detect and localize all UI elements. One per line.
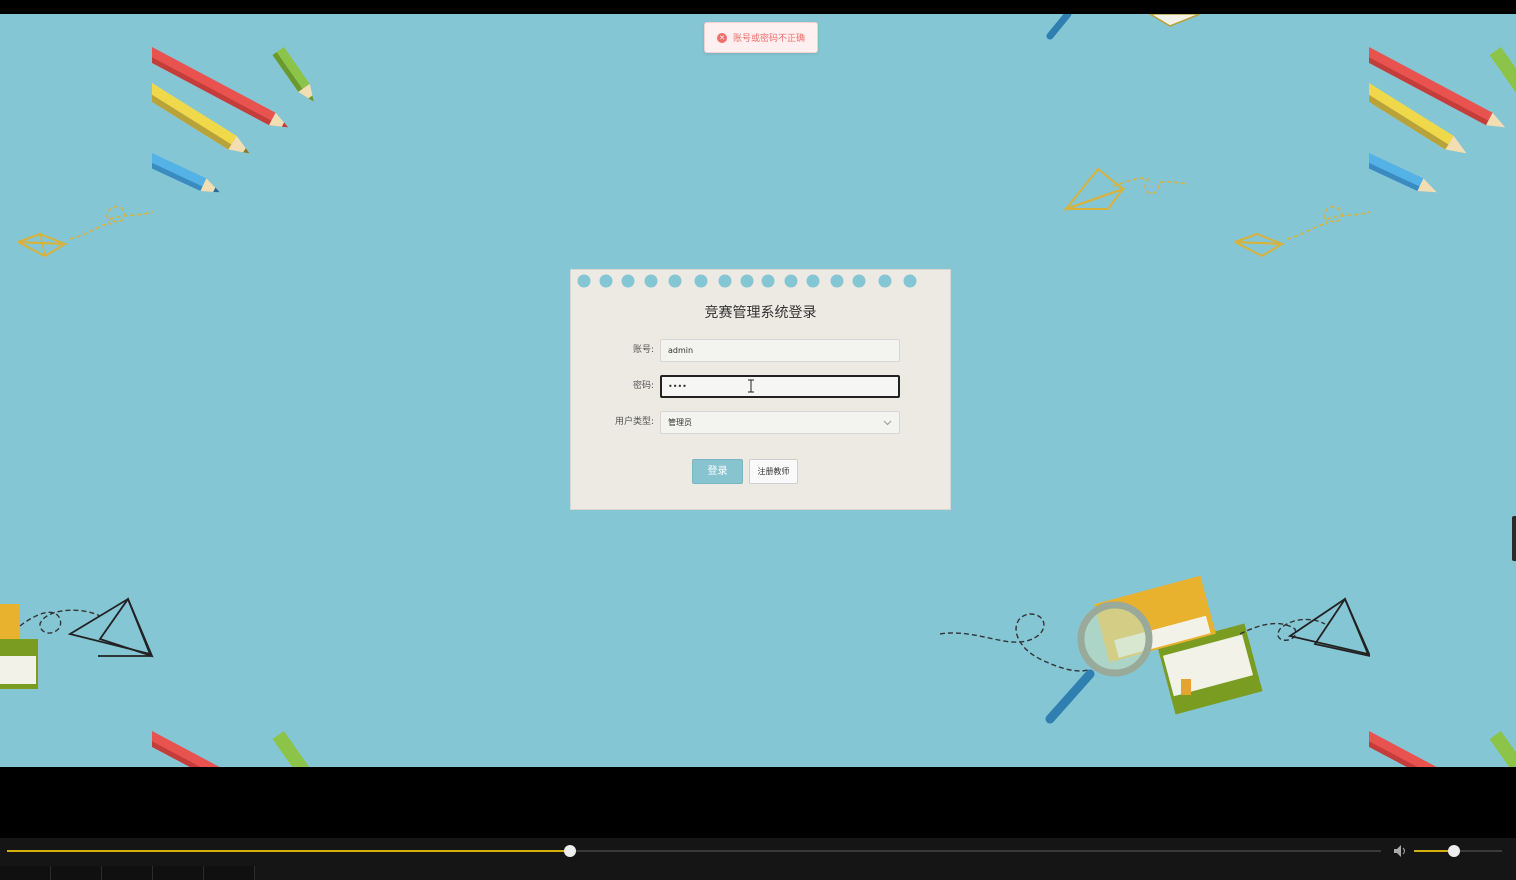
player-control-slot[interactable] — [0, 866, 51, 880]
user-type-selected-value: 管理员 — [668, 418, 692, 427]
pencils-bottom-left-decoration — [152, 731, 310, 767]
player-bottom-row — [0, 866, 1516, 880]
volume-thumb[interactable] — [1447, 845, 1460, 857]
user-type-select[interactable]: 管理员 — [660, 411, 900, 434]
password-masked-value: •••• — [668, 382, 687, 391]
seek-bar[interactable] — [7, 845, 1381, 857]
error-toast: ✕ 账号或密码不正确 — [704, 22, 818, 53]
login-button[interactable]: 登录 — [692, 459, 743, 484]
seek-thumb[interactable] — [564, 845, 577, 857]
password-label: 密码: — [632, 381, 654, 391]
chevron-down-icon — [883, 420, 892, 426]
account-label: 账号: — [632, 345, 654, 355]
notebook-holes-decoration — [577, 274, 917, 288]
player-control-slot[interactable] — [102, 866, 153, 880]
error-toast-message: 账号或密码不正确 — [733, 34, 806, 44]
login-card: 竞赛管理系统登录 账号: admin 密码: •••• 用户类型: 管理员 登录… — [570, 269, 951, 510]
password-row: 密码: •••• — [571, 375, 950, 398]
player-control-slot[interactable] — [153, 866, 204, 880]
account-input[interactable]: admin — [660, 339, 900, 362]
text-cursor-icon — [748, 379, 754, 393]
login-page-background: ✕ 账号或密码不正确 竞赛管理系统登录 账号: admin 密码: •••• 用… — [0, 14, 1516, 767]
user-type-row: 用户类型: 管理员 — [571, 411, 950, 434]
paper-plane-yellow-right-decoration — [1063, 167, 1189, 212]
player-control-slot[interactable] — [204, 866, 255, 880]
paper-plane-yellow-far-right-decoration — [1234, 205, 1371, 258]
pencils-top-right-decoration — [1369, 47, 1516, 193]
magnifier-top-partial-decoration — [1046, 14, 1201, 40]
pencils-bottom-right-decoration — [1369, 731, 1516, 767]
top-letterbox — [0, 0, 1516, 14]
paper-plane-yellow-left-decoration — [17, 205, 154, 258]
register-teacher-button[interactable]: 注册教师 — [749, 459, 798, 484]
password-input[interactable]: •••• — [660, 375, 900, 398]
account-row: 账号: admin — [571, 339, 950, 362]
volume-slider[interactable] — [1414, 845, 1502, 857]
media-player-bar — [0, 838, 1516, 880]
player-control-slot[interactable] — [51, 866, 102, 880]
user-type-label: 用户类型: — [614, 417, 654, 427]
pencils-top-left-decoration — [152, 47, 314, 193]
side-handle[interactable] — [1512, 516, 1516, 561]
speaker-icon[interactable] — [1392, 843, 1408, 859]
error-circle-icon: ✕ — [717, 32, 727, 43]
books-bottom-left-decoration — [0, 597, 154, 689]
books-magnifier-bottom-right-decoration — [940, 575, 1370, 724]
seek-progress-fill — [7, 850, 571, 852]
login-title: 竞赛管理系统登录 — [704, 305, 817, 321]
